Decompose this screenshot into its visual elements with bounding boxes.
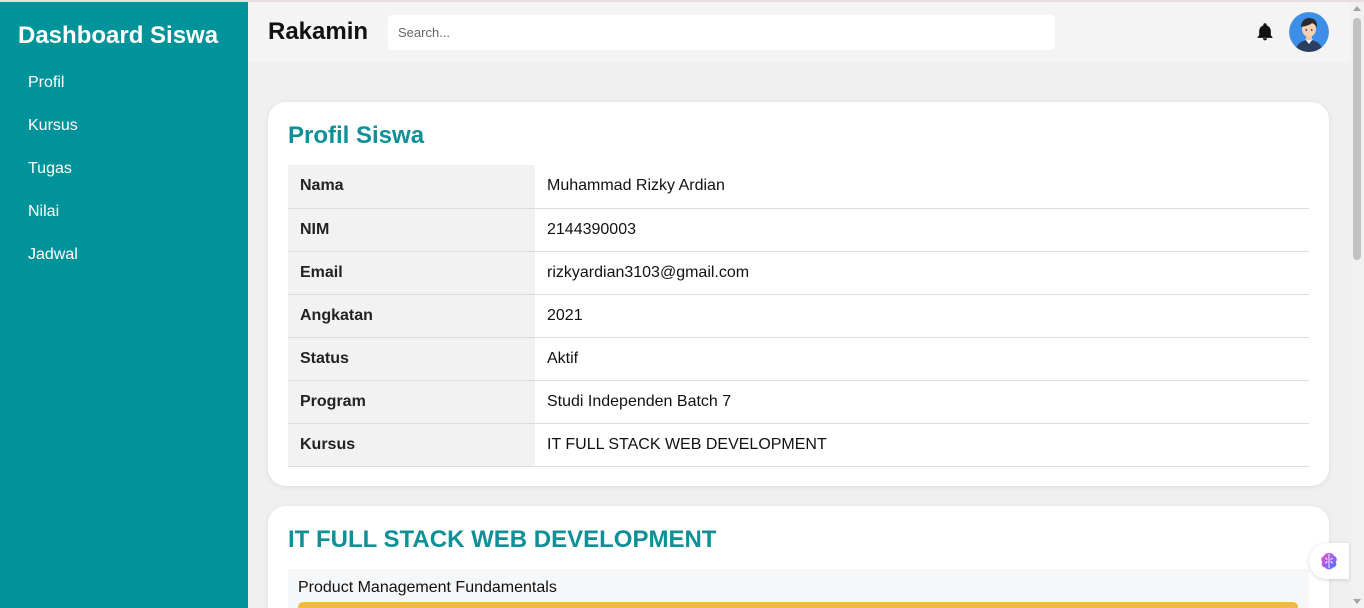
search-input[interactable] (388, 15, 1055, 50)
scroll-up-arrow-icon[interactable] (1353, 6, 1361, 11)
profile-label: Kursus (288, 423, 535, 467)
course-card: IT FULL STACK WEB DEVELOPMENT Product Ma… (268, 506, 1329, 608)
profile-value: 2144390003 (535, 208, 1309, 252)
module-item[interactable]: Product Management Fundamentals (288, 569, 1309, 608)
top-header: Rakamin (248, 2, 1350, 62)
profile-label: Email (288, 251, 535, 295)
scroll-down-arrow-icon[interactable] (1353, 599, 1361, 604)
brand-name: Rakamin (268, 18, 369, 45)
sidebar-item-profil[interactable]: Profil (28, 74, 78, 117)
sidebar-nav: Profil Kursus Tugas Nilai Jadwal (28, 74, 78, 289)
table-row: Status Aktif (288, 337, 1309, 381)
module-progress-bar (298, 602, 1298, 608)
profile-value: Studi Independen Batch 7 (535, 380, 1309, 424)
profile-label: Nama (288, 165, 535, 209)
extension-button[interactable] (1309, 543, 1349, 579)
profile-value: Muhammad Rizky Ardian (535, 165, 1309, 209)
sidebar-item-tugas[interactable]: Tugas (28, 160, 78, 203)
brain-icon (1321, 553, 1337, 570)
scroll-thumb[interactable] (1353, 18, 1361, 260)
sidebar: Dashboard Siswa Profil Kursus Tugas Nila… (0, 2, 248, 608)
profile-title: Profil Siswa (288, 122, 425, 149)
profile-value: 2021 (535, 294, 1309, 338)
profile-label: Status (288, 337, 535, 381)
sidebar-item-kursus[interactable]: Kursus (28, 117, 78, 160)
page-scrollbar[interactable] (1350, 2, 1364, 608)
bell-icon[interactable] (1255, 22, 1275, 42)
profile-value: IT FULL STACK WEB DEVELOPMENT (535, 423, 1309, 467)
sidebar-item-nilai[interactable]: Nilai (28, 203, 78, 246)
profile-card: Profil Siswa Nama Muhammad Rizky Ardian … (268, 102, 1329, 486)
main-content: Profil Siswa Nama Muhammad Rizky Ardian … (248, 62, 1350, 608)
table-row: NIM 2144390003 (288, 208, 1309, 252)
module-name: Product Management Fundamentals (298, 579, 557, 596)
table-row: Nama Muhammad Rizky Ardian (288, 165, 1309, 209)
sidebar-item-jadwal[interactable]: Jadwal (28, 246, 78, 289)
table-row: Email rizkyardian3103@gmail.com (288, 251, 1309, 295)
profile-label: NIM (288, 208, 535, 252)
profile-value: Aktif (535, 337, 1309, 381)
table-row: Kursus IT FULL STACK WEB DEVELOPMENT (288, 423, 1309, 467)
table-row: Program Studi Independen Batch 7 (288, 380, 1309, 424)
user-avatar[interactable] (1289, 12, 1329, 52)
table-row: Angkatan 2021 (288, 294, 1309, 338)
profile-table: Nama Muhammad Rizky Ardian NIM 214439000… (288, 165, 1309, 467)
profile-label: Program (288, 380, 535, 424)
sidebar-title: Dashboard Siswa (18, 22, 219, 49)
profile-value: rizkyardian3103@gmail.com (535, 251, 1309, 295)
course-title: IT FULL STACK WEB DEVELOPMENT (288, 526, 717, 553)
profile-label: Angkatan (288, 294, 535, 338)
